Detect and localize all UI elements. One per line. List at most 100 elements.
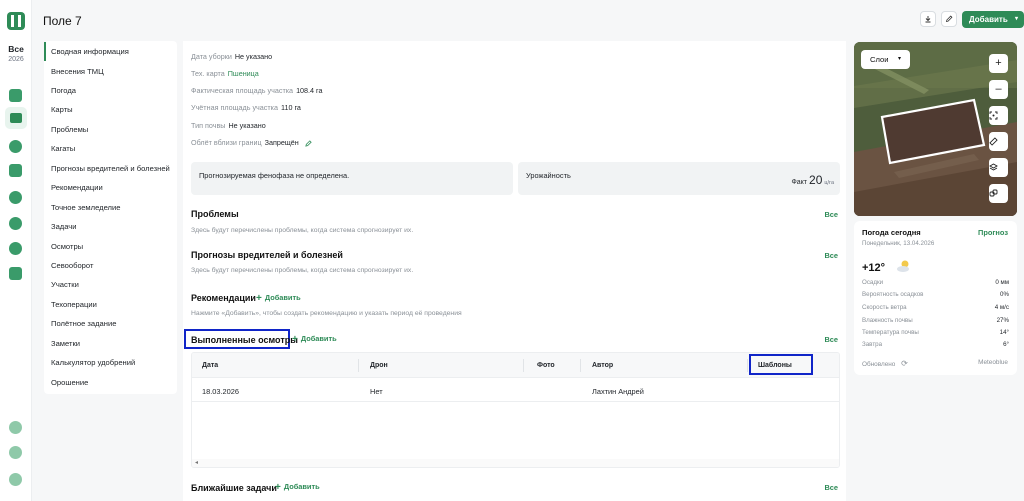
menu-item-flight-task[interactable]: Полётное задание <box>44 314 177 333</box>
column-date[interactable]: Дата <box>202 362 218 369</box>
menu-item-operations[interactable]: Техоперации <box>44 295 177 314</box>
column-divider <box>523 359 524 372</box>
soil-temperature-label: Температура почвы <box>862 329 919 336</box>
pencil-icon[interactable] <box>305 139 312 147</box>
precip-probability-row: Вероятность осадков 0% <box>862 291 1009 298</box>
field-map[interactable]: Слои ▾ + – <box>854 42 1017 216</box>
menu-item-fertilizer-calculator[interactable]: Калькулятор удобрений <box>44 353 177 372</box>
phenophase-text: Прогнозируемая фенофаза не определена. <box>199 171 350 180</box>
menu-item-weather[interactable]: Погода <box>44 81 177 100</box>
weather-card: Погода сегодня Понедельник, 13.04.2026 П… <box>854 221 1017 375</box>
chevron-left-icon[interactable]: ◂ <box>195 459 198 466</box>
fields-nav-icon[interactable] <box>5 107 27 129</box>
zoom-out-button[interactable]: – <box>989 80 1008 99</box>
documents-nav-icon[interactable] <box>9 164 22 177</box>
weather-date: Понедельник, 13.04.2026 <box>862 240 935 247</box>
settings-nav-icon[interactable] <box>9 421 22 434</box>
menu-item-inputs[interactable]: Внесения ТМЦ <box>44 62 177 81</box>
download-button[interactable] <box>920 11 936 27</box>
tasks-all-link[interactable]: Все <box>824 483 838 492</box>
add-recommendation-link[interactable]: + Добавить <box>256 293 301 304</box>
table-header: Дата Дрон Фото Автор Шаблоны <box>192 353 839 378</box>
menu-item-precision-farming[interactable]: Точное земледелие <box>44 198 177 217</box>
techmap-link[interactable]: Пшеница <box>228 69 259 78</box>
tomorrow-value: 6° <box>1003 341 1009 348</box>
refresh-icon[interactable]: ⟳ <box>901 359 908 368</box>
menu-item-maps[interactable]: Карты <box>44 100 177 119</box>
column-drone[interactable]: Дрон <box>370 362 388 369</box>
map-nav-icon[interactable] <box>9 89 22 102</box>
precipitation-value: 0 мм <box>995 279 1009 286</box>
actual-area-row: Фактическая площадь участка 108.4 га <box>191 86 323 95</box>
add-button[interactable]: Добавить ▾ <box>962 11 1024 28</box>
layers-dropdown[interactable]: Слои ▾ <box>861 50 910 69</box>
menu-item-recommendations[interactable]: Рекомендации <box>44 178 177 197</box>
add-task-link[interactable]: + Добавить <box>275 482 320 493</box>
download-icon <box>925 16 931 23</box>
updated-status: Обновлено ⟳ <box>862 359 908 368</box>
add-inspection-link[interactable]: + Добавить <box>292 334 337 345</box>
temperature: +12° <box>862 262 886 274</box>
map-layers-button[interactable] <box>989 158 1008 177</box>
analytics-nav-icon[interactable] <box>9 217 22 230</box>
tasks-title: Ближайшие задачи <box>191 483 277 493</box>
techmap-row: Тех. карта Пшеница <box>191 69 259 78</box>
add-inspection-label: Добавить <box>300 334 337 343</box>
focus-field-button[interactable] <box>989 106 1008 125</box>
page-header: Поле 7 Добавить ▾ <box>32 0 1024 40</box>
minus-icon: – <box>995 83 1002 95</box>
warehouse-nav-icon[interactable] <box>9 267 22 280</box>
problems-all-link[interactable]: Все <box>824 210 838 219</box>
cell-date[interactable]: 18.03.2026 <box>202 387 239 396</box>
menu-item-summary[interactable]: Сводная информация <box>44 42 177 61</box>
help-nav-icon[interactable] <box>9 446 22 459</box>
horizontal-scrollbar[interactable]: ◂ <box>192 459 839 467</box>
menu-item-plots[interactable]: Участки <box>44 275 177 294</box>
menu-item-irrigation[interactable]: Орошение <box>44 373 177 392</box>
app-logo[interactable] <box>7 12 25 30</box>
recommendations-title: Рекомендации <box>191 293 256 303</box>
recommendations-hint: Нажмите «Добавить», чтобы создать рекоме… <box>191 310 462 317</box>
column-divider <box>580 359 581 372</box>
edit-button[interactable] <box>941 11 957 27</box>
map-link-button[interactable] <box>989 184 1008 203</box>
weather-title: Погода сегодня <box>862 228 921 237</box>
menu-item-tasks[interactable]: Задачи <box>44 217 177 236</box>
problems-title: Проблемы <box>191 209 239 219</box>
inspections-title: Выполненные осмотры <box>191 335 298 345</box>
weather-source: Meteoblue <box>978 359 1008 366</box>
season-label: Все <box>8 44 24 54</box>
chevron-down-icon: ▾ <box>897 56 901 62</box>
inspections-all-link[interactable]: Все <box>824 335 838 344</box>
soil-type-row: Тип почвы Не указано <box>191 121 266 130</box>
add-task-label: Добавить <box>283 482 320 491</box>
machinery-nav-icon[interactable] <box>9 140 22 153</box>
plus-icon: + <box>256 293 262 304</box>
season-year: 2026 <box>8 56 24 63</box>
pests-all-link[interactable]: Все <box>824 251 838 260</box>
page-title: Поле 7 <box>43 14 82 28</box>
menu-item-pest-forecasts[interactable]: Прогнозы вредителей и болезней <box>44 159 177 178</box>
accounting-area-row: Учётная площадь участка 110 га <box>191 103 301 112</box>
forecast-link[interactable]: Прогноз <box>978 228 1008 237</box>
soil-moisture-label: Влажность почвы <box>862 317 913 324</box>
updated-label: Обновлено <box>862 361 896 368</box>
pests-hint: Здесь будут перечислены проблемы, когда … <box>191 267 414 274</box>
column-divider <box>358 359 359 372</box>
menu-item-problems[interactable]: Проблемы <box>44 120 177 139</box>
menu-item-piles[interactable]: Кагаты <box>44 139 177 158</box>
soil-type-value: Не указано <box>228 121 266 130</box>
crops-nav-icon[interactable] <box>9 191 22 204</box>
zoom-in-button[interactable]: + <box>989 54 1008 73</box>
phenophase-card: Прогнозируемая фенофаза не определена. <box>191 162 513 195</box>
column-author[interactable]: Автор <box>592 362 613 369</box>
reports-nav-icon[interactable] <box>9 242 22 255</box>
column-photo[interactable]: Фото <box>537 362 555 369</box>
season-selector[interactable]: Все 2026 <box>0 44 32 63</box>
measure-button[interactable] <box>989 132 1008 151</box>
inspections-table: Дата Дрон Фото Автор Шаблоны 18.03.2026 … <box>191 352 840 468</box>
menu-item-crop-rotation[interactable]: Севооборот <box>44 256 177 275</box>
menu-item-notes[interactable]: Заметки <box>44 334 177 353</box>
menu-item-inspections[interactable]: Осмотры <box>44 237 177 256</box>
profile-nav-icon[interactable] <box>9 473 22 486</box>
